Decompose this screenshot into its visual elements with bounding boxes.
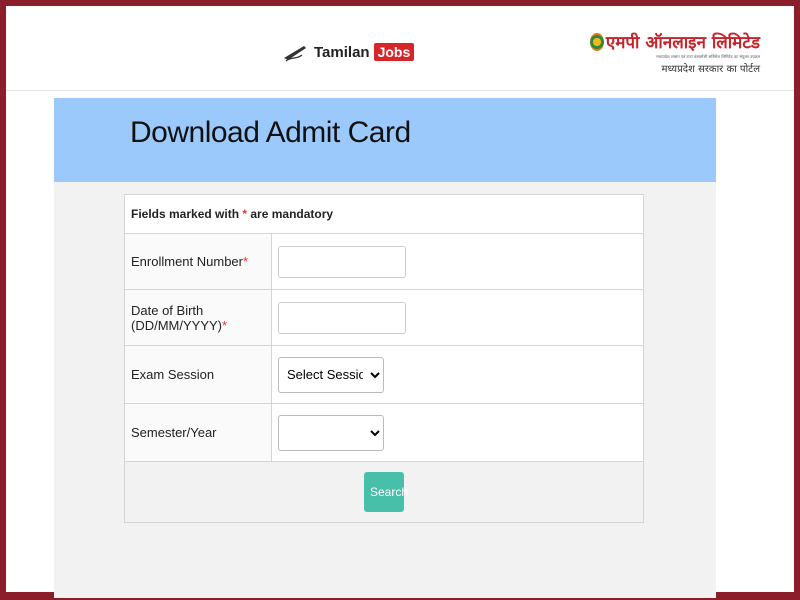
page-title: Download Admit Card: [130, 116, 411, 149]
semester-row: Semester/Year: [124, 403, 644, 462]
date-of-birth-input[interactable]: [278, 301, 406, 334]
admit-card-form: Fields marked with * are mandatory Enrol…: [124, 194, 644, 523]
enrollment-label: Enrollment Number*: [124, 233, 272, 290]
pen-icon: [284, 46, 306, 62]
exam-session-label: Exam Session: [124, 345, 272, 404]
tamilan-text: Tamilan: [314, 43, 370, 61]
mandatory-note-row: Fields marked with * are mandatory: [124, 194, 644, 234]
semester-label: Semester/Year: [124, 403, 272, 462]
mp-online-brand: एमपी ऑनलाइन लिमिटेड: [590, 30, 760, 53]
mp-small-tagline: मध्यप्रदेश शासन एवं टाटा कंसल्टेंसी सर्व…: [656, 54, 760, 59]
exam-session-select[interactable]: Select Session: [278, 356, 384, 393]
exam-session-row: Exam Session Select Session: [124, 345, 644, 404]
dob-label: Date of Birth (DD/MM/YYYY)*: [124, 289, 272, 346]
semester-year-select[interactable]: [278, 414, 384, 451]
mp-tagline: मध्यप्रदेश सरकार का पोर्टल: [661, 64, 760, 75]
jobs-badge: Jobs: [373, 43, 415, 61]
button-row: Search: [124, 461, 644, 523]
mp-online-logo: एमपी ऑनलाइन लिमिटेड मध्यप्रदेश शासन एवं …: [590, 30, 760, 82]
admit-card-panel: Download Admit Card Fields marked with *…: [54, 98, 716, 598]
enrollment-number-input[interactable]: [278, 245, 406, 278]
search-button[interactable]: Search: [364, 472, 408, 512]
panel-header: Download Admit Card: [54, 98, 716, 182]
dob-row: Date of Birth (DD/MM/YYYY)*: [124, 289, 644, 346]
tamilan-jobs-logo: Tamilan Jobs: [282, 42, 415, 62]
mandatory-note: Fields marked with * are mandatory: [124, 194, 644, 234]
top-header: Tamilan Jobs एमपी ऑनलाइन लिमिटेड मध्यप्र…: [6, 6, 794, 91]
enrollment-row: Enrollment Number*: [124, 233, 644, 290]
mp-emblem-icon: [590, 32, 604, 51]
